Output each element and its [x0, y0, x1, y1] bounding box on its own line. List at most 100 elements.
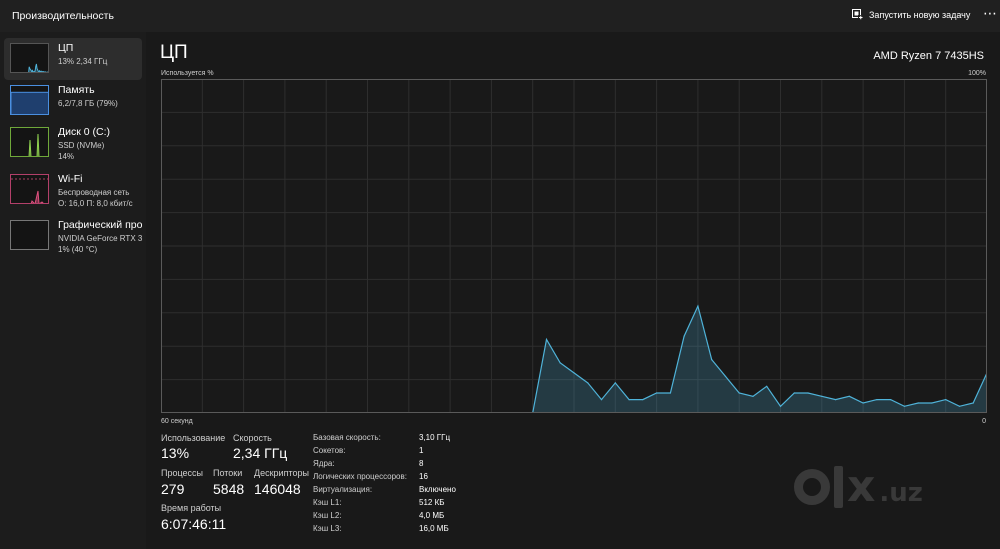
cpu-usage-point — [835, 399, 837, 401]
handles-value: 146048 — [254, 481, 301, 497]
threads-value: 5848 — [213, 481, 245, 497]
cpu-usage-point — [917, 402, 919, 404]
cpu-usage-point — [821, 395, 823, 397]
cpu-usage-point — [559, 362, 561, 364]
sidebar-item-detail-2: 14% — [58, 152, 75, 161]
sidebar-item-detail-2: О: 16,0 П: 8,0 кбит/с — [58, 199, 133, 208]
spec-l3-label: Кэш L3: — [313, 524, 342, 533]
x-axis-right-label: 0 — [982, 418, 986, 425]
cpu-usage-point — [573, 372, 575, 374]
cpu-usage-point — [738, 392, 740, 394]
sidebar: ЦП 13% 2,34 ГГц Память 6,2/7,8 ГБ (79%) … — [0, 32, 146, 549]
sidebar-item-memory[interactable]: Память 6,2/7,8 ГБ (79%) — [4, 80, 142, 122]
gpu-thumbnail-graph — [10, 220, 49, 250]
cpu-usage-point — [903, 405, 906, 407]
cpu-usage-point — [642, 399, 644, 401]
utilization-value: 13% — [161, 445, 190, 461]
spec-l1-label: Кэш L1: — [313, 498, 342, 507]
cpu-usage-point — [711, 359, 713, 361]
uptime-value: 6:07:46:11 — [161, 516, 227, 532]
spec-l2-value: 4,0 МБ — [419, 511, 445, 520]
sidebar-item-detail: NVIDIA GeForce RTX 3050 — [58, 234, 142, 243]
page-header-title: Производительность — [12, 10, 114, 22]
spec-logical-value: 16 — [419, 472, 428, 481]
cpu-usage-point — [876, 399, 878, 401]
cpu-usage-point — [614, 382, 616, 384]
handles-label: Дескрипторы — [254, 468, 309, 478]
spec-virtualization-label: Виртуализация: — [313, 485, 373, 494]
cpu-usage-point — [628, 399, 630, 401]
cpu-usage-point — [862, 402, 864, 404]
cpu-usage-point — [697, 305, 699, 307]
cpu-usage-point — [545, 338, 548, 341]
watermark-o-shape — [794, 469, 830, 505]
sidebar-item-label: Графический процессор 0 — [58, 219, 142, 231]
sidebar-item-wifi[interactable]: Wi-Fi Беспроводная сеть О: 16,0 П: 8,0 к… — [4, 169, 142, 211]
cpu-usage-chart — [161, 79, 987, 413]
cpu-usage-point — [848, 395, 850, 397]
sidebar-item-detail: Беспроводная сеть — [58, 188, 130, 197]
x-axis-left-label: 60 секунд — [161, 418, 193, 425]
cpu-usage-point — [669, 392, 671, 394]
cpu-usage-point — [958, 405, 961, 407]
more-options-button[interactable]: ⋯ — [983, 5, 998, 22]
watermark-l-shape — [834, 466, 843, 508]
sidebar-item-detail-2: 1% (40 °C) — [58, 245, 98, 254]
sidebar-item-detail: 6,2/7,8 ГБ (79%) — [58, 99, 118, 108]
sidebar-item-label: Диск 0 (C:) — [58, 126, 110, 138]
cpu-usage-point — [972, 402, 974, 404]
threads-label: Потоки — [213, 468, 243, 478]
utilization-label: Использование — [161, 433, 226, 443]
spec-logical-label: Логических процессоров: — [313, 472, 407, 481]
spec-l1-value: 512 КБ — [419, 498, 445, 507]
disk-thumbnail-graph — [10, 127, 49, 157]
cpu-usage-point — [600, 399, 603, 401]
sidebar-item-label: Wi-Fi — [58, 173, 83, 185]
run-new-task-button[interactable]: Запустить новую задачу — [852, 9, 970, 20]
cpu-thumbnail-graph — [10, 43, 49, 73]
sidebar-item-label: ЦП — [58, 42, 74, 54]
spec-l2-label: Кэш L2: — [313, 511, 342, 520]
cpu-usage-point — [807, 392, 809, 394]
sidebar-item-disk[interactable]: Диск 0 (C:) SSD (NVMe) 14% — [4, 122, 142, 164]
watermark-x-letter: x — [847, 461, 876, 512]
run-task-label: Запустить новую задачу — [869, 9, 971, 20]
cpu-usage-point — [945, 399, 947, 401]
cpu-usage-point — [890, 399, 892, 401]
cpu-usage-point — [766, 385, 768, 387]
y-axis-max-label: 100% — [968, 70, 986, 77]
cpu-usage-point — [587, 382, 589, 384]
cpu-usage-point — [752, 395, 754, 397]
spec-sockets-label: Сокетов: — [313, 446, 346, 455]
spec-cores-label: Ядра: — [313, 459, 335, 468]
spec-virtualization-value: Включено — [419, 485, 456, 494]
cpu-usage-point — [779, 405, 782, 407]
processes-label: Процессы — [161, 468, 204, 478]
spec-base-speed-label: Базовая скорость: — [313, 433, 381, 442]
cpu-usage-area — [532, 306, 987, 413]
cpu-usage-point — [656, 392, 658, 394]
spec-cores-value: 8 — [419, 459, 424, 468]
cpu-usage-point — [683, 335, 685, 337]
cpu-usage-point — [793, 392, 795, 394]
sidebar-item-detail: 13% 2,34 ГГц — [58, 57, 108, 66]
memory-thumbnail-graph — [10, 85, 49, 115]
y-axis-label: Используется % — [161, 70, 214, 77]
page-title: ЦП — [160, 42, 188, 63]
sidebar-item-detail: SSD (NVMe) — [58, 141, 105, 150]
sidebar-item-gpu[interactable]: Графический процессор 0 NVIDIA GeForce R… — [4, 215, 142, 257]
spec-base-speed-value: 3,10 ГГц — [419, 433, 451, 442]
processes-value: 279 — [161, 481, 185, 497]
wifi-thumbnail-graph — [10, 174, 49, 204]
cpu-usage-point — [931, 402, 933, 404]
cpu-usage-point — [724, 375, 727, 377]
cpu-model-name: AMD Ryzen 7 7435HS — [873, 50, 984, 62]
title-bar: Производительность Запустить новую задач… — [0, 0, 1000, 32]
run-task-icon — [852, 9, 863, 20]
olx-watermark: x .uz — [794, 461, 923, 512]
sidebar-item-cpu[interactable]: ЦП 13% 2,34 ГГц — [4, 38, 142, 80]
sidebar-item-label: Память — [58, 84, 95, 96]
chart-grid — [161, 79, 987, 413]
speed-label: Скорость — [233, 433, 272, 443]
spec-sockets-value: 1 — [419, 446, 424, 455]
